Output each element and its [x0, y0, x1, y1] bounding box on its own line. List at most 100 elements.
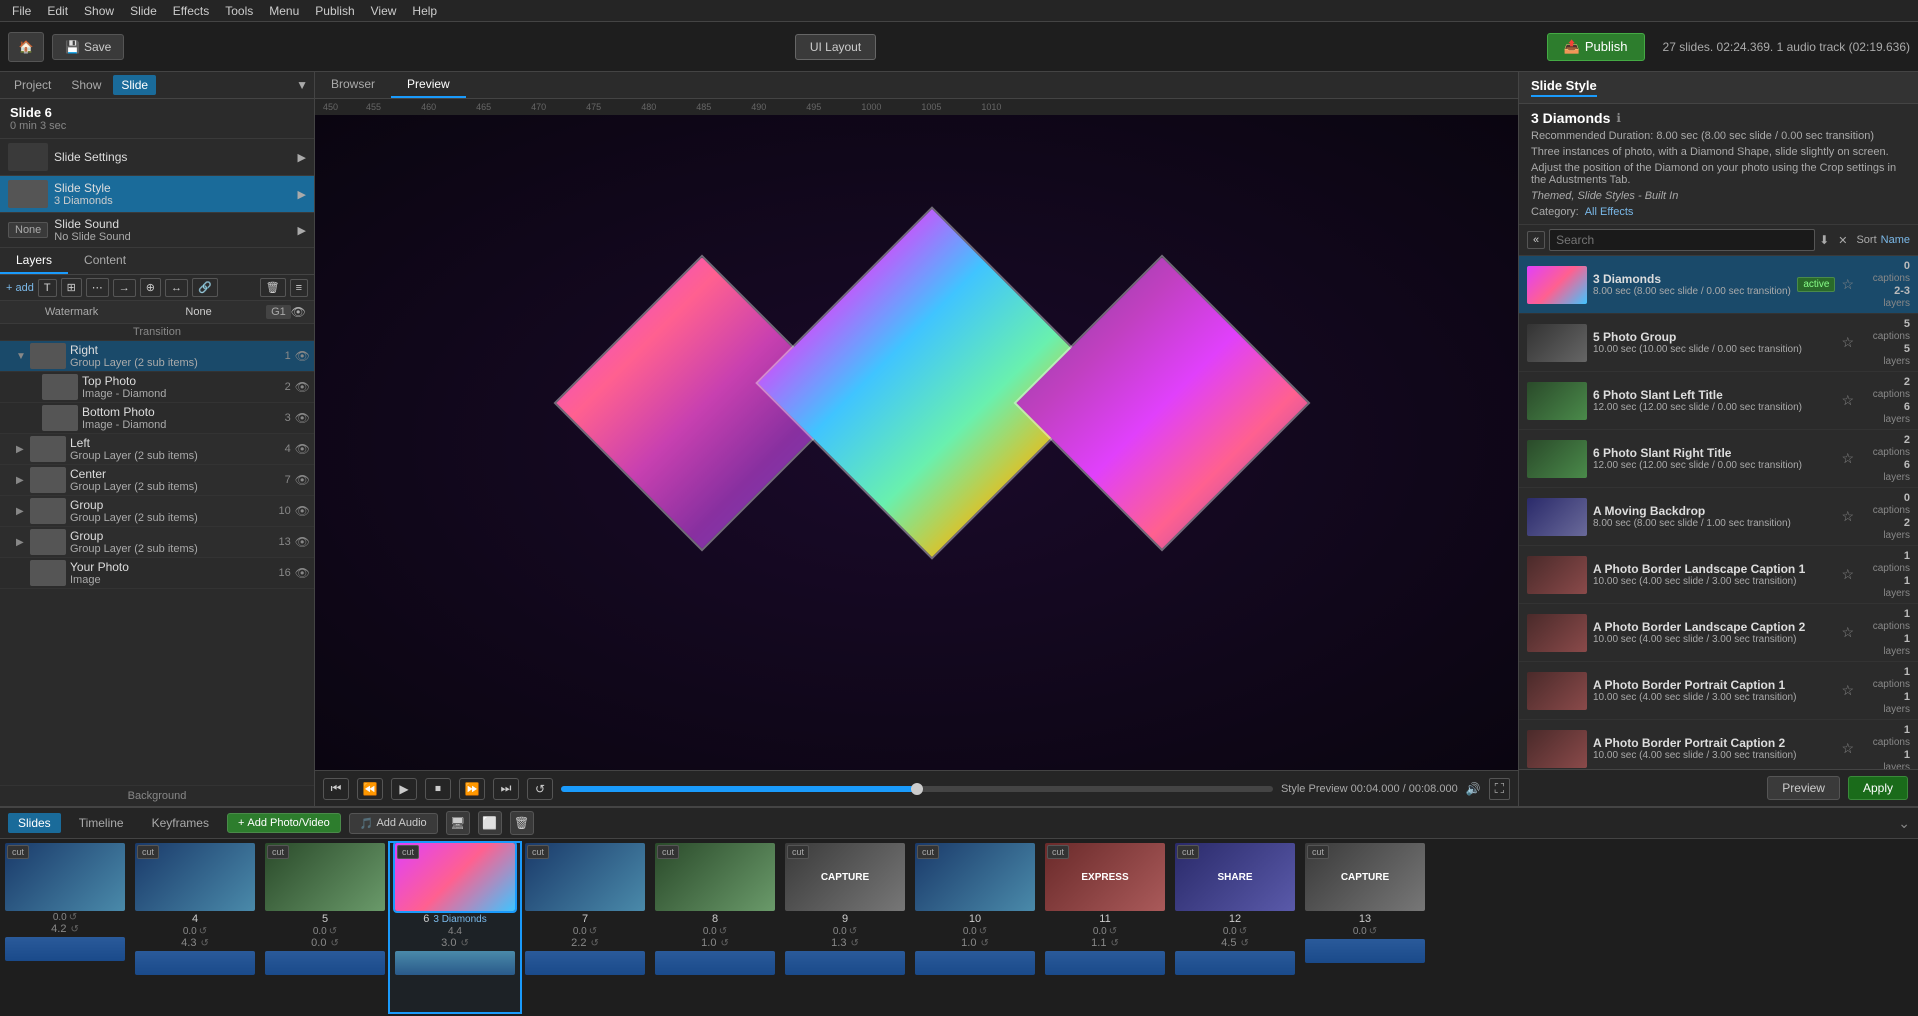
slide-pre5-refresh[interactable]: ↺ [330, 938, 338, 949]
home-button[interactable]: 🏠 [8, 32, 44, 62]
tab-slide[interactable]: Slide [113, 75, 156, 95]
timeline-collapse-button[interactable]: ⌄ [1898, 815, 1910, 832]
style-item-borderland1[interactable]: A Photo Border Landscape Caption 1 10.00… [1519, 546, 1918, 604]
step-back-button[interactable]: ⏪ [357, 778, 383, 800]
publish-button[interactable]: 📤 Publish [1547, 33, 1645, 61]
slide-pre9-refresh[interactable]: ↺ [850, 938, 858, 949]
slide-3-thumb[interactable]: cut [5, 843, 125, 911]
layer-bottom-eye[interactable]: 👁 [295, 411, 310, 425]
style-item-6slantleft[interactable]: 6 Photo Slant Left Title 12.00 sec (12.0… [1519, 372, 1918, 430]
style-borderland2-star[interactable]: ☆ [1841, 624, 1854, 641]
menu-show[interactable]: Show [76, 2, 122, 20]
slide-pre12-refresh[interactable]: ↺ [1240, 938, 1248, 949]
style-borderport2-star[interactable]: ☆ [1841, 740, 1854, 757]
slide-5-thumb[interactable]: cut [265, 843, 385, 911]
stop-button[interactable]: ⏹ [425, 778, 451, 800]
slide-pre8-refresh[interactable]: ↺ [720, 938, 728, 949]
preview-button[interactable]: Preview [1767, 776, 1840, 800]
slide-12-thumb[interactable]: cut SHARE [1175, 843, 1295, 911]
delete-tool[interactable]: 🗑 [260, 278, 286, 297]
slide-pre11-refresh[interactable]: ↺ [1110, 938, 1118, 949]
chain-tool[interactable]: 🔗 [192, 278, 218, 297]
slide-13-thumb[interactable]: cut CAPTURE [1305, 843, 1425, 911]
grid-tool[interactable]: ⊞ [61, 278, 82, 297]
layer-right[interactable]: ▼ Right Group Layer (2 sub items) 1 👁 [0, 341, 314, 372]
loop-button[interactable]: ↺ [527, 778, 553, 800]
slide-6-thumb[interactable]: cut [395, 843, 515, 911]
search-input[interactable] [1549, 229, 1815, 251]
slide-4-thumb[interactable]: cut [135, 843, 255, 911]
slide-sound-row[interactable]: None Slide Sound No Slide Sound ▶ [0, 213, 314, 247]
slide-pre6-refresh[interactable]: ↺ [460, 938, 468, 949]
progress-handle[interactable] [911, 783, 923, 795]
menu-file[interactable]: File [4, 2, 39, 20]
layer-top-eye[interactable]: 👁 [295, 380, 310, 394]
search-close-button[interactable]: ✕ [1833, 232, 1852, 249]
style-movingbackdrop-star[interactable]: ☆ [1841, 508, 1854, 525]
slide-style-tab[interactable]: Slide Style [1531, 78, 1597, 97]
square-icon-btn[interactable]: ⬜ [478, 811, 502, 835]
info-icon[interactable]: ℹ [1616, 111, 1621, 125]
menu-publish[interactable]: Publish [307, 2, 362, 20]
left-expand-arrow[interactable]: ▶ [16, 444, 30, 455]
category-value[interactable]: All Effects [1585, 206, 1634, 218]
style-6slantleft-star[interactable]: ☆ [1841, 392, 1854, 409]
back-button[interactable]: « [1527, 231, 1545, 249]
slide-8-thumb[interactable]: cut [655, 843, 775, 911]
text-tool[interactable]: T [38, 279, 57, 297]
right-expand-arrow[interactable]: ▼ [16, 351, 30, 362]
add-layer-btn[interactable]: + add [6, 282, 34, 294]
slide-settings-row[interactable]: Slide Settings ▶ [0, 139, 314, 175]
layer-center[interactable]: ▶ Center Group Layer (2 sub items) 7 👁 [0, 465, 314, 496]
layer-left-eye[interactable]: 👁 [295, 442, 310, 456]
menu-menu[interactable]: Menu [261, 2, 307, 20]
style-borderland1-star[interactable]: ☆ [1841, 566, 1854, 583]
layer-group2-eye[interactable]: 👁 [295, 535, 310, 549]
style-item-borderport2[interactable]: A Photo Border Portrait Caption 2 10.00 … [1519, 720, 1918, 769]
menu-slide[interactable]: Slide [122, 2, 165, 20]
menu-tool[interactable]: ≡ [290, 279, 308, 297]
slide-11-thumb[interactable]: cut EXPRESS [1045, 843, 1165, 911]
tab-layers[interactable]: Layers [0, 248, 68, 274]
menu-help[interactable]: Help [404, 2, 445, 20]
watermark-eye[interactable]: 👁 [291, 305, 306, 319]
style-item-6slantright[interactable]: 6 Photo Slant Right Title 12.00 sec (12.… [1519, 430, 1918, 488]
sort-value[interactable]: Name [1881, 234, 1910, 246]
style-item-borderland2[interactable]: A Photo Border Landscape Caption 2 10.00… [1519, 604, 1918, 662]
add-tool[interactable]: ⊕ [140, 278, 161, 297]
style-item-5photogroup[interactable]: 5 Photo Group 10.00 sec (10.00 sec slide… [1519, 314, 1918, 372]
layer-your-eye[interactable]: 👁 [295, 566, 310, 580]
center-expand-arrow[interactable]: ▶ [16, 475, 30, 486]
style-6slantright-star[interactable]: ☆ [1841, 450, 1854, 467]
timeline-tab-keyframes[interactable]: Keyframes [142, 813, 219, 833]
tab-content[interactable]: Content [68, 248, 142, 274]
playback-progress[interactable] [561, 786, 1273, 792]
add-audio-button[interactable]: 🎵 Add Audio [349, 813, 438, 834]
monitor-icon-btn[interactable]: 🖥 [446, 811, 470, 835]
slide-7-thumb[interactable]: cut [525, 843, 645, 911]
layer-center-eye[interactable]: 👁 [295, 473, 310, 487]
layer-your-photo[interactable]: Your Photo Image 16 👁 [0, 558, 314, 589]
slide-pre10-refresh[interactable]: ↺ [980, 938, 988, 949]
skip-end-button[interactable]: ⏭ [493, 778, 519, 800]
tab-project[interactable]: Project [6, 75, 59, 95]
slide-12-refresh[interactable]: ↺ [1239, 926, 1247, 937]
slide-pre3-refresh[interactable]: ↺ [70, 924, 78, 935]
preview-tab[interactable]: Preview [391, 72, 466, 98]
slide-4-refresh[interactable]: ↺ [199, 926, 207, 937]
menu-edit[interactable]: Edit [39, 2, 76, 20]
slide-pre7-refresh[interactable]: ↺ [590, 938, 598, 949]
layer-group1[interactable]: ▶ Group Group Layer (2 sub items) 10 👁 [0, 496, 314, 527]
save-button[interactable]: 💾 Save [52, 34, 124, 60]
slide-10-refresh[interactable]: ↺ [979, 926, 987, 937]
layer-top-photo[interactable]: Top Photo Image - Diamond 2 👁 [0, 372, 314, 403]
layer-group1-eye[interactable]: 👁 [295, 504, 310, 518]
slide-10-thumb[interactable]: cut [915, 843, 1035, 911]
style-item-borderport1[interactable]: A Photo Border Portrait Caption 1 10.00 … [1519, 662, 1918, 720]
slide-pre4-refresh[interactable]: ↺ [200, 938, 208, 949]
slide-7-refresh[interactable]: ↺ [589, 926, 597, 937]
menu-view[interactable]: View [363, 2, 405, 20]
tab-show[interactable]: Show [63, 75, 109, 95]
apply-button[interactable]: Apply [1848, 776, 1908, 800]
group1-expand-arrow[interactable]: ▶ [16, 506, 30, 517]
